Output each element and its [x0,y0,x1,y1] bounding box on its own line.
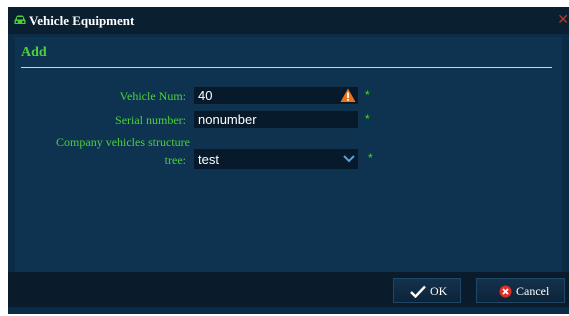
cancel-icon [499,285,512,298]
section-title: Add [21,45,47,60]
vehicle-num-label: Vehicle Num: [119,89,186,103]
dialog-title: Vehicle Equipment [29,13,135,28]
car-icon [14,15,26,24]
cancel-button-label: Cancel [516,284,550,298]
serial-number-label: Serial number: [115,113,186,127]
chevron-down-icon[interactable] [343,154,355,163]
section-divider [21,67,552,68]
dialog-titlebar[interactable]: Vehicle Equipment ✕ [8,7,569,34]
ok-button[interactable]: OK [393,278,461,303]
structure-tree-required-marker: * [368,151,373,165]
structure-tree-select[interactable]: test [193,148,359,170]
structure-tree-label-line2: tree: [164,153,186,167]
cancel-button[interactable]: Cancel [476,278,565,303]
close-icon[interactable]: ✕ [557,11,569,28]
serial-number-input[interactable]: nonumber [193,110,359,129]
structure-tree-label-line1: Company vehicles structure [56,135,190,149]
vehicle-num-input[interactable]: 40 [193,86,359,105]
serial-number-required-marker: * [365,112,370,126]
warning-icon [340,88,356,102]
checkmark-icon [410,285,426,298]
ok-button-label: OK [430,284,448,298]
vehicle-num-required-marker: * [365,88,370,102]
